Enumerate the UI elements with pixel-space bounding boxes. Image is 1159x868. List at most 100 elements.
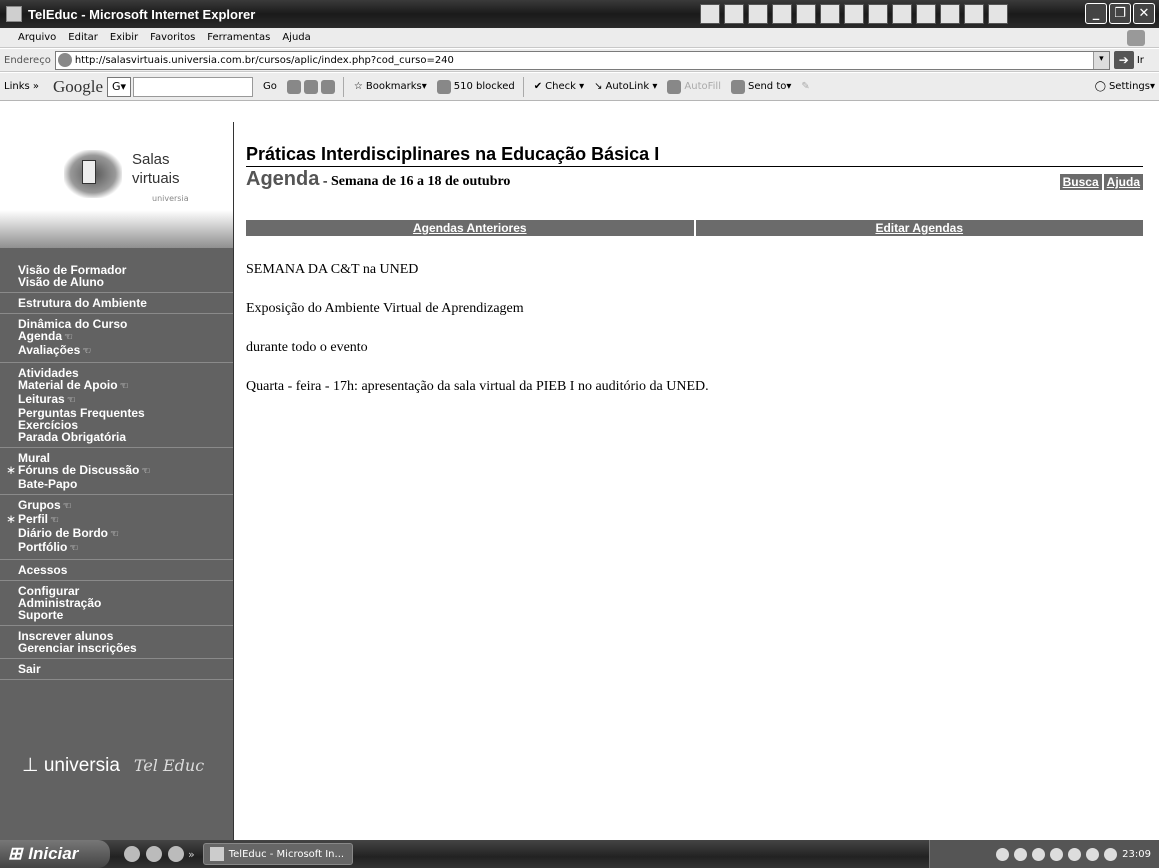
sidebar-item[interactable]: Material de Apoio ☜ <box>18 379 233 393</box>
links-label[interactable]: Links » <box>4 81 39 92</box>
google-go-button[interactable]: Go <box>263 81 277 92</box>
settings-icon: ◯ <box>1094 81 1106 92</box>
sidebar-item[interactable]: Perfil☜ <box>6 512 233 527</box>
sidebar-item[interactable]: Estrutura do Ambiente <box>18 297 233 309</box>
search-web-icon[interactable] <box>286 79 301 94</box>
sidebar-item-label[interactable]: Grupos <box>18 498 61 512</box>
google-menu-button[interactable]: G▾ <box>107 76 132 97</box>
app-icon[interactable] <box>796 4 816 24</box>
app-icon[interactable] <box>916 4 936 24</box>
autofill-button[interactable]: AutoFill <box>667 79 721 94</box>
ajuda-link[interactable]: Ajuda <box>1103 174 1143 190</box>
sidebar-item[interactable]: Grupos ☜ <box>18 499 233 513</box>
sidebar-item-label[interactable]: Parada Obrigatória <box>18 430 126 444</box>
menu-arquivo[interactable]: Arquivo <box>18 32 56 43</box>
sendto-button[interactable]: Send to▾ <box>730 79 791 94</box>
bookmarks-button[interactable]: ☆ Bookmarks▾ <box>354 81 427 92</box>
sidebar-item-label[interactable]: Avaliações <box>18 343 80 357</box>
app-icon[interactable] <box>724 4 744 24</box>
sidebar-item-label[interactable]: Acessos <box>18 563 67 577</box>
editar-agendas-link[interactable]: Editar Agendas <box>693 220 1143 236</box>
sidebar-item[interactable]: Visão de Aluno <box>18 276 233 288</box>
app-icon[interactable] <box>820 4 840 24</box>
sidebar-item-label[interactable]: Visão de Aluno <box>18 275 104 289</box>
sidebar-item-label[interactable]: Estrutura do Ambiente <box>18 296 147 310</box>
app-icon[interactable] <box>772 4 792 24</box>
sidebar-item[interactable]: Fóruns de Discussão☜ <box>6 463 233 478</box>
go-label[interactable]: Ir <box>1137 55 1144 66</box>
tray-icon[interactable] <box>1014 847 1028 861</box>
sidebar-item-label[interactable]: Agenda <box>18 329 62 343</box>
desktop-icon[interactable] <box>124 846 140 862</box>
pen-icon[interactable]: ✎ <box>801 81 809 92</box>
sidebar-item[interactable]: Diário de Bordo ☜ <box>18 527 233 541</box>
tray-icons-strip <box>700 4 1008 24</box>
sidebar-item-label[interactable]: Perfil <box>18 512 48 526</box>
app-icon[interactable] <box>964 4 984 24</box>
tray-icon[interactable] <box>1068 847 1082 861</box>
sidebar-item-label[interactable]: Suporte <box>18 608 63 622</box>
news-icon[interactable] <box>320 79 335 94</box>
app-icon[interactable] <box>700 4 720 24</box>
system-tray: 23:09 <box>929 840 1159 868</box>
start-button[interactable]: ⊞ Iniciar <box>0 840 110 868</box>
go-button[interactable]: ➔ Ir <box>1113 51 1144 69</box>
app-icon[interactable] <box>988 4 1008 24</box>
media-icon[interactable] <box>168 846 184 862</box>
sidebar-item-label[interactable]: Leituras <box>18 392 65 406</box>
sidebar-item-label[interactable]: Sair <box>18 662 41 676</box>
autofill-label: AutoFill <box>684 81 721 92</box>
address-input[interactable]: http://salasvirtuais.universia.com.br/cu… <box>54 50 1110 70</box>
app-icon[interactable] <box>892 4 912 24</box>
app-icon[interactable] <box>748 4 768 24</box>
sidebar-item[interactable]: Bate-Papo <box>18 478 233 490</box>
sidebar-item[interactable]: Agenda ☜ <box>18 330 233 344</box>
settings-button[interactable]: ◯ Settings▾ <box>1095 81 1155 92</box>
sidebar-item-label[interactable]: Gerenciar inscrições <box>18 641 137 655</box>
google-logo[interactable]: Google <box>53 77 103 97</box>
tray-icon[interactable] <box>1032 847 1046 861</box>
app-icon[interactable] <box>868 4 888 24</box>
spellcheck-button[interactable]: ✔ Check ▾ <box>534 81 584 92</box>
sidebar-item-label[interactable]: Fóruns de Discussão <box>18 463 139 477</box>
sidebar-item-label[interactable]: Material de Apoio <box>18 378 118 392</box>
menu-ajuda[interactable]: Ajuda <box>282 32 310 43</box>
sidebar-item-label[interactable]: Bate-Papo <box>18 477 77 491</box>
sidebar-item[interactable]: Suporte <box>18 609 233 621</box>
tray-icon[interactable] <box>996 847 1010 861</box>
browser-icon[interactable] <box>146 846 162 862</box>
agendas-anteriores-link[interactable]: Agendas Anteriores <box>246 220 694 236</box>
toolbar-icons[interactable] <box>286 79 335 94</box>
tray-icon[interactable] <box>1104 847 1118 861</box>
chevron-down-icon[interactable]: ▾ <box>1092 51 1109 69</box>
menu-favoritos[interactable]: Favoritos <box>150 32 195 43</box>
sidebar-item[interactable]: Gerenciar inscrições <box>18 642 233 654</box>
close-button[interactable]: ✕ <box>1133 3 1155 24</box>
sidebar-item[interactable]: Avaliações ☜ <box>18 344 233 358</box>
busca-link[interactable]: Busca <box>1059 174 1102 190</box>
popup-blocker-button[interactable]: 510 blocked <box>436 79 515 94</box>
taskbar-window-button[interactable]: TelEduc - Microsoft In... <box>202 843 353 865</box>
pagerank-icon[interactable] <box>303 79 318 94</box>
sidebar-item[interactable]: Portfólio ☜ <box>18 541 233 555</box>
chevron-right-icon[interactable]: » <box>188 848 195 861</box>
sidebar-item[interactable]: Acessos <box>18 564 233 576</box>
arrow-right-icon[interactable]: ➔ <box>1113 51 1134 69</box>
sidebar-item[interactable]: Sair <box>18 663 233 675</box>
sidebar-item-label[interactable]: Portfólio <box>18 540 67 554</box>
google-search-input[interactable] <box>133 76 254 97</box>
app-icon[interactable] <box>940 4 960 24</box>
menu-editar[interactable]: Editar <box>68 32 98 43</box>
sidebar-item-label[interactable]: Diário de Bordo <box>18 526 108 540</box>
address-url[interactable]: http://salasvirtuais.universia.com.br/cu… <box>75 55 454 66</box>
app-icon[interactable] <box>844 4 864 24</box>
autolink-button[interactable]: ↘ AutoLink ▾ <box>594 81 657 92</box>
sidebar-item[interactable]: Parada Obrigatória <box>18 431 233 443</box>
restore-button[interactable]: ❐ <box>1109 3 1131 24</box>
tray-icon[interactable] <box>1050 847 1064 861</box>
tray-icon[interactable] <box>1086 847 1100 861</box>
menu-exibir[interactable]: Exibir <box>110 32 138 43</box>
minimize-button[interactable]: _ <box>1085 3 1107 24</box>
sidebar-item[interactable]: Leituras ☜ <box>18 393 233 407</box>
menu-ferramentas[interactable]: Ferramentas <box>207 32 270 43</box>
